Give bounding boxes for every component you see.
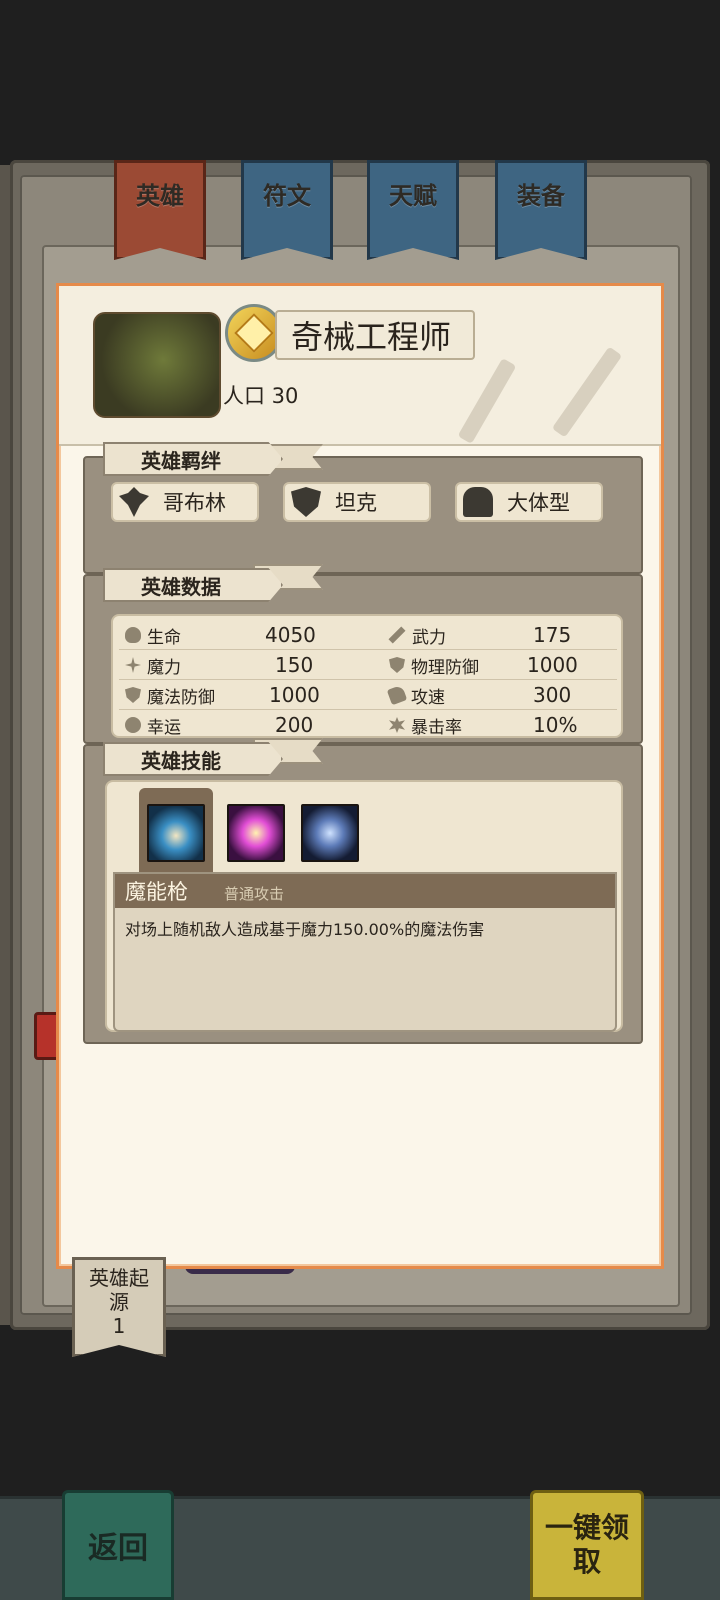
tab-talent[interactable]: 天赋 (367, 160, 459, 260)
goblin-icon (119, 487, 149, 517)
stat-label: 幸运 (147, 717, 181, 738)
stat-force: 武力 (388, 620, 446, 650)
skill-description: 对场上随机敌人造成基于魔力150.00%的魔法伤害 (125, 920, 485, 939)
tab-talent-label: 天赋 (389, 182, 437, 210)
bonds-section: 英雄羁绊 哥布林 坦克 大体型 (83, 442, 643, 574)
stat-label: 魔法防御 (147, 687, 215, 708)
stat-label: 魔力 (147, 657, 181, 678)
body-icon (463, 487, 493, 517)
stat-crit-rate-value-cell: 10% (533, 710, 577, 740)
sword-icon (388, 626, 406, 644)
back-button[interactable]: 返回 (62, 1490, 174, 1600)
skill-detail: 魔能枪 普通攻击 对场上随机敌人造成基于魔力150.00%的魔法伤害 (113, 872, 617, 1032)
stat-magic-value-cell: 150 (275, 650, 313, 680)
magic-icon (125, 657, 141, 673)
stats-section: 英雄数据 生命 4050 武力 175 魔力 150 物理防御 1000 魔法防… (83, 564, 643, 744)
stat-value: 300 (533, 683, 572, 707)
bookmark-line-1: 英雄起 (89, 1266, 149, 1290)
shield-icon (291, 487, 321, 517)
clover-icon (125, 717, 141, 733)
heart-icon (125, 627, 141, 643)
hero-name-plate: 奇械工程师 (275, 310, 475, 360)
stat-row: 魔法防御 1000 攻速 300 (119, 680, 617, 710)
stat-magic: 魔力 (125, 650, 181, 680)
stat-value: 200 (275, 713, 314, 737)
stat-row: 幸运 200 暴击率 10% (119, 710, 617, 740)
stat-force-value-cell: 175 (533, 620, 571, 650)
stat-value: 175 (533, 623, 572, 647)
stat-value: 10% (533, 713, 578, 737)
stat-value: 1000 (269, 683, 320, 707)
stat-row: 生命 4050 武力 175 (119, 620, 617, 650)
bond-tank[interactable]: 坦克 (283, 482, 431, 522)
stat-luck-value-cell: 200 (275, 710, 313, 740)
bond-goblin-label: 哥布林 (163, 491, 226, 515)
bond-large-body-label: 大体型 (507, 491, 570, 515)
stat-crit-rate: 暴击率 (389, 710, 462, 740)
burst-icon (389, 717, 405, 733)
hero-portrait (93, 312, 221, 418)
hero-card: 奇械工程师 人口 30 英雄羁绊 哥布林 坦克 大体型 英雄数据 生命 4050… (56, 283, 664, 1269)
stat-magic-defense: 魔法防御 (125, 680, 215, 710)
tab-rune-label: 符文 (263, 182, 311, 210)
bond-large-body[interactable]: 大体型 (455, 482, 603, 522)
stat-label: 物理防御 (411, 657, 479, 678)
skill-header: 魔能枪 普通攻击 (115, 874, 615, 908)
stat-label: 武力 (412, 627, 446, 648)
skill-name: 魔能枪 (125, 880, 188, 904)
stats-title: 英雄数据 (103, 568, 283, 602)
stat-label: 攻速 (411, 687, 445, 708)
sword-decoration-icon (551, 346, 623, 438)
bond-tank-label: 坦克 (335, 491, 377, 515)
skill-type: 普通攻击 (224, 884, 285, 903)
tab-hero-label: 英雄 (136, 182, 184, 210)
stat-hp-value-cell: 4050 (265, 620, 316, 650)
stat-value: 4050 (265, 623, 316, 647)
hero-origin-bookmark[interactable]: 英雄起 源 1 (72, 1257, 166, 1357)
bonds-title: 英雄羁绊 (103, 442, 283, 476)
stat-physical-defense: 物理防御 (389, 650, 479, 680)
stat-luck: 幸运 (125, 710, 181, 740)
boot-icon (386, 684, 408, 706)
magic-shield-icon (125, 687, 141, 703)
stat-physical-defense-value-cell: 1000 (527, 650, 578, 680)
tab-hero[interactable]: 英雄 (114, 160, 206, 260)
tab-equipment-label: 装备 (517, 182, 565, 210)
orb-skill-icon[interactable] (301, 804, 359, 862)
hero-header: 奇械工程师 人口 30 (59, 286, 661, 446)
skills-panel: 魔能枪 普通攻击 对场上随机敌人造成基于魔力150.00%的魔法伤害 (105, 780, 623, 1032)
stat-attack-speed: 攻速 (386, 680, 445, 710)
stat-row: 魔力 150 物理防御 1000 (119, 650, 617, 680)
tab-equipment[interactable]: 装备 (495, 160, 587, 260)
hero-name: 奇械工程师 (291, 318, 452, 356)
sword-decoration-icon (457, 358, 517, 444)
stat-label: 生命 (147, 627, 181, 648)
bond-goblin[interactable]: 哥布林 (111, 482, 259, 522)
stat-attack-speed-value-cell: 300 (533, 680, 571, 710)
bookmark-line-2: 源 (109, 1290, 129, 1314)
shield-icon (389, 657, 405, 673)
stat-hp: 生命 (125, 620, 181, 650)
stat-value: 1000 (527, 653, 578, 677)
explosion-skill-icon[interactable] (227, 804, 285, 862)
stats-table: 生命 4050 武力 175 魔力 150 物理防御 1000 魔法防御 100… (111, 614, 623, 738)
magic-gun-skill-icon[interactable] (147, 804, 205, 862)
hero-population: 人口 30 (223, 384, 299, 408)
bookmark-line-3: 1 (112, 1314, 126, 1338)
claim-all-button[interactable]: 一键领取 (530, 1490, 644, 1600)
skills-title: 英雄技能 (103, 742, 283, 776)
stat-value: 150 (275, 653, 314, 677)
tab-rune[interactable]: 符文 (241, 160, 333, 260)
stat-magic-defense-value-cell: 1000 (269, 680, 320, 710)
skills-section: 英雄技能 魔能枪 普通攻击 对场上随机敌人造成基于魔力150.00%的魔法伤害 (83, 738, 643, 1044)
stat-label: 暴击率 (411, 717, 462, 738)
